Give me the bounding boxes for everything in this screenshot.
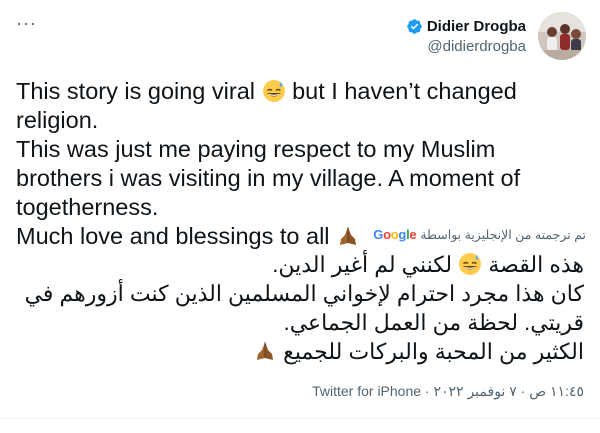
translated-by-label: تم ترجمته من الإنجليزية بواسطة bbox=[420, 228, 586, 242]
tweet-header: Didier Drogba @didierdrogba bbox=[406, 12, 586, 60]
author-handle[interactable]: @didierdrogba bbox=[427, 38, 526, 55]
footer-separator: · bbox=[421, 383, 434, 399]
grinning-sweat-emoji bbox=[262, 80, 285, 102]
tweet-ar-line1b: لكنني لم أغير الدين. bbox=[272, 252, 453, 277]
tweet-footer: ١١:٤٥ ص · ٧ نوفمبر ٢٠٢٢ · Twitter for iP… bbox=[312, 383, 584, 400]
author-name[interactable]: Didier Drogba bbox=[427, 18, 526, 35]
tweet-en-line2: This was just me paying respect to my Mu… bbox=[16, 136, 521, 220]
footer-separator: · bbox=[516, 383, 530, 399]
folded-hands-emoji bbox=[256, 342, 273, 360]
tweet-text-translated: هذه القصة لكنني لم أغير الدين. كان هذا م… bbox=[14, 250, 584, 366]
author-names: Didier Drogba @didierdrogba bbox=[406, 18, 526, 55]
divider bbox=[0, 418, 600, 419]
tweet-ar-line1a: هذه القصة bbox=[488, 252, 584, 277]
tweet-text-original: This story is going viral but I haven’t … bbox=[16, 77, 586, 251]
tweet-date[interactable]: ٧ نوفمبر ٢٠٢٢ bbox=[433, 383, 516, 399]
name-row: Didier Drogba bbox=[406, 18, 526, 35]
google-logo: Google bbox=[373, 227, 417, 242]
avatar-image bbox=[538, 12, 586, 60]
translation-attribution[interactable]: تم ترجمته من الإنجليزية بواسطة Google bbox=[373, 227, 586, 242]
verified-badge-icon bbox=[407, 18, 422, 34]
tweet-ar-line3: الكثير من المحبة والبركات للجميع bbox=[283, 339, 584, 364]
grinning-sweat-emoji bbox=[459, 253, 482, 275]
tweet-time[interactable]: ١١:٤٥ ص bbox=[529, 383, 584, 399]
folded-hands-emoji bbox=[340, 227, 357, 245]
tweet-en-line1a: This story is going viral bbox=[16, 78, 255, 104]
tweet-en-line3: Much love and blessings to all bbox=[16, 223, 330, 249]
tweet-source[interactable]: Twitter for iPhone bbox=[312, 383, 421, 399]
avatar[interactable] bbox=[538, 12, 586, 60]
tweet-ar-line2: كان هذا مجرد احترام لإخواني المسلمين الذ… bbox=[24, 281, 584, 335]
more-options-icon[interactable]: ··· bbox=[16, 14, 37, 32]
